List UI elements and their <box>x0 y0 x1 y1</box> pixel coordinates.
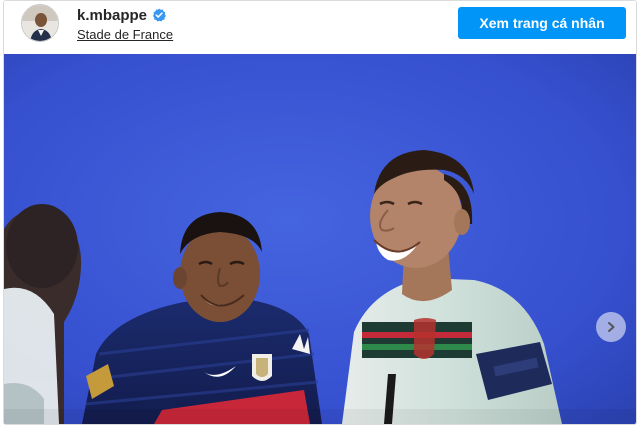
chevron-right-icon <box>604 320 618 334</box>
instagram-post-embed: k.mbappe Stade de France Xem trang cá nh… <box>3 0 637 425</box>
post-photo[interactable] <box>4 54 636 424</box>
post-header: k.mbappe Stade de France Xem trang cá nh… <box>4 1 636 54</box>
view-profile-button[interactable]: Xem trang cá nhân <box>458 7 626 39</box>
verified-badge-icon <box>152 8 166 22</box>
avatar[interactable] <box>21 4 59 42</box>
location-link[interactable]: Stade de France <box>77 27 173 42</box>
next-photo-button[interactable] <box>596 312 626 342</box>
username-link[interactable]: k.mbappe <box>77 7 147 24</box>
username-row: k.mbappe <box>77 6 166 24</box>
